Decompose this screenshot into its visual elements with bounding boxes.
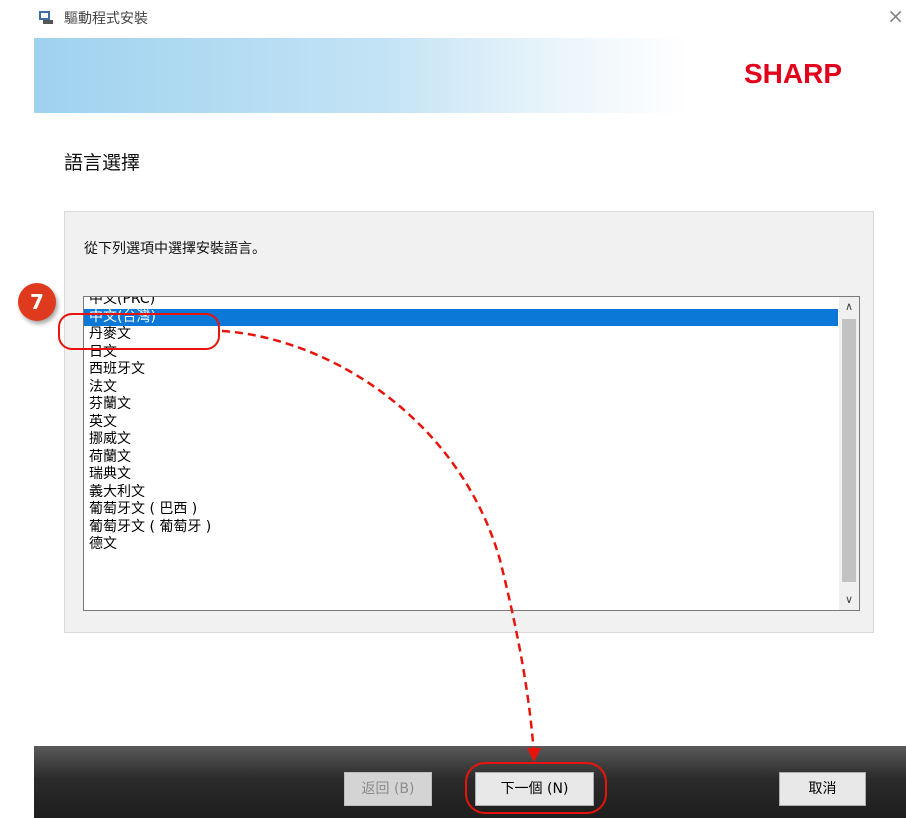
header-banner: SHARP [34,38,906,113]
scroll-up-icon[interactable]: ∧ [839,297,859,317]
sharp-logo: SHARP [743,58,842,89]
selected-item-highlight [58,313,220,350]
language-option[interactable]: 葡萄牙文 ( 巴西 ) [84,501,838,519]
scroll-down-icon[interactable]: ∨ [839,590,859,610]
close-icon[interactable]: × [887,6,904,26]
installer-app-icon [39,11,53,24]
language-option[interactable]: 中文(PRC) [84,297,838,309]
window-title: 驅動程式安裝 [64,11,148,27]
step-marker: 7 [18,283,56,321]
language-option[interactable]: 荷蘭文 [84,449,838,467]
vertical-scrollbar[interactable]: ∧ ∨ [839,297,859,610]
language-option[interactable]: 德文 [84,536,838,554]
back-button[interactable]: 返回 (B) [344,772,432,806]
page-title: 語言選擇 [64,152,141,174]
language-option[interactable]: 芬蘭文 [84,396,838,414]
cancel-button[interactable]: 取消 [779,772,866,806]
language-option[interactable]: 英文 [84,414,838,432]
next-button-highlight [465,762,607,814]
instruction-text: 從下列選項中選擇安裝語言。 [84,241,266,257]
title-bar: 驅動程式安裝 × [34,0,906,38]
language-option[interactable]: 法文 [84,379,838,397]
installer-window: 驅動程式安裝 × SHARP 語言選擇 從下列選項中選擇安裝語言。 中文(PRC… [34,0,906,818]
scrollbar-thumb[interactable] [842,319,856,582]
language-option[interactable]: 挪威文 [84,431,838,449]
language-option[interactable]: 葡萄牙文 ( 葡萄牙 ) [84,519,838,537]
language-option[interactable]: 義大利文 [84,484,838,502]
language-option[interactable]: 瑞典文 [84,466,838,484]
language-option[interactable]: 西班牙文 [84,361,838,379]
